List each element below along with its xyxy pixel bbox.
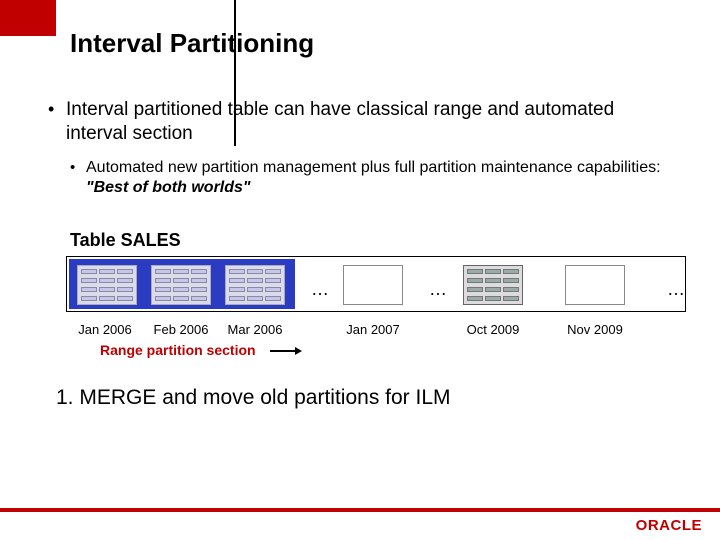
- ellipsis: …: [311, 279, 329, 300]
- partition-mar2006: [225, 265, 285, 305]
- label-nov2009: Nov 2009: [560, 322, 630, 337]
- label-jan2006: Jan 2006: [70, 322, 140, 337]
- table-label: Table SALES: [70, 230, 181, 251]
- label-jan2007: Jan 2007: [338, 322, 408, 337]
- oracle-logo: ORACLE: [636, 517, 702, 534]
- label-feb2006: Feb 2006: [146, 322, 216, 337]
- partition-feb2006: [151, 265, 211, 305]
- ellipsis: …: [429, 279, 447, 300]
- footer-accent: [0, 508, 720, 512]
- arrow-icon: [270, 350, 300, 352]
- sub-bullet-emph: "Best of both worlds": [86, 179, 251, 196]
- bullet-text: Interval partitioned table can have clas…: [66, 99, 614, 144]
- partition-nov2009: [565, 265, 625, 305]
- bullet-list: Interval partitioned table can have clas…: [44, 98, 676, 199]
- slide-title: Interval Partitioning: [70, 28, 314, 59]
- label-oct2009: Oct 2009: [458, 322, 528, 337]
- label-mar2006: Mar 2006: [220, 322, 290, 337]
- step-text: 1. MERGE and move old partitions for ILM: [56, 386, 451, 410]
- sub-bullet-text: Automated new partition management plus …: [86, 159, 661, 176]
- content-area: Interval partitioned table can have clas…: [44, 98, 676, 209]
- range-interval-divider: [234, 0, 236, 146]
- sub-bullet-list: Automated new partition management plus …: [66, 158, 676, 200]
- partition-jan2006: [77, 265, 137, 305]
- sub-bullet-item: Automated new partition management plus …: [66, 158, 676, 200]
- partition-diagram: … … …: [66, 256, 686, 312]
- bullet-item: Interval partitioned table can have clas…: [44, 98, 676, 199]
- ellipsis: …: [667, 279, 685, 300]
- partition-oct2009: [463, 265, 523, 305]
- slide-accent-block: [0, 0, 56, 36]
- range-section-label: Range partition section: [100, 342, 256, 358]
- partition-jan2007: [343, 265, 403, 305]
